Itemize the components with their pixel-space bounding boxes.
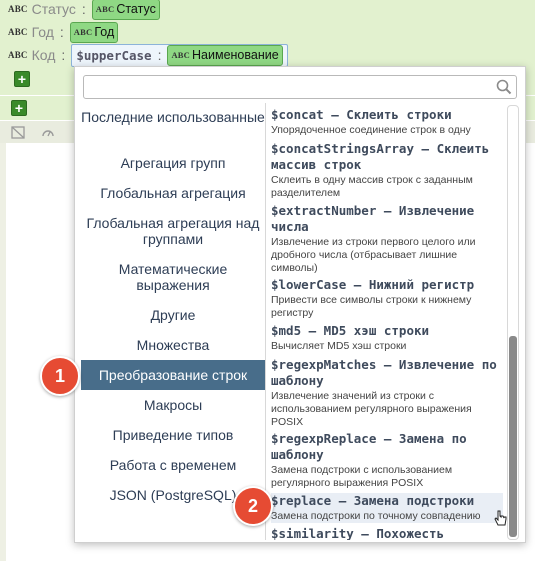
function-item-extract-number[interactable]: $extractNumber – Извлечение числа Извлеч… <box>271 203 503 275</box>
function-title: $md5 – MD5 хэш строки <box>271 323 430 338</box>
function-item-regexp-matches[interactable]: $regexpMatches – Извлечение по шаблону И… <box>271 357 503 429</box>
function-description: Извлечение значений из строки с использо… <box>271 390 472 428</box>
gauge-icon[interactable] <box>41 126 55 139</box>
function-title: $regexpMatches – Извлечение по шаблону <box>271 357 497 388</box>
function-title: $concatStringsArray – Склеить массив стр… <box>271 141 490 172</box>
search-box[interactable] <box>83 75 517 99</box>
function-title: $lowerCase – Нижний регистр <box>271 277 475 292</box>
scrollbar[interactable] <box>507 105 519 540</box>
add-field-button[interactable]: + <box>14 71 30 87</box>
function-description: Замена подстроки с использованием регуля… <box>271 464 453 489</box>
category-group-aggregation[interactable]: Агрегация групп <box>81 155 265 171</box>
step-badge-1: 1 <box>40 356 80 396</box>
field-value-chip[interactable]: ABC Наименование <box>167 44 283 66</box>
function-item-concat[interactable]: $concat – Склеить строки Упорядоченное с… <box>271 107 503 137</box>
function-expression[interactable]: $upperCase : ABC Наименование <box>71 43 288 67</box>
search-input[interactable] <box>88 76 492 98</box>
chip-label: Наименование <box>192 48 279 62</box>
text-type-icon: ABC <box>8 4 28 14</box>
category-time[interactable]: Работа с временем <box>81 457 265 473</box>
category-math[interactable]: Математические выражения <box>81 261 265 293</box>
field-value-chip[interactable]: ABC Год <box>69 21 119 43</box>
function-item-concat-strings-array[interactable]: $concatStringsArray – Склеить массив стр… <box>271 141 503 200</box>
text-type-icon: ABC <box>8 50 28 60</box>
search-icon[interactable] <box>496 79 512 95</box>
column-divider <box>265 103 266 540</box>
field-row-code: ABC Код : $upperCase : ABC Наименование <box>8 43 288 67</box>
field-value-chip[interactable]: ABC Статус <box>91 0 160 20</box>
category-global-aggregation[interactable]: Глобальная агрегация <box>81 185 265 201</box>
scrollbar-thumb[interactable] <box>509 336 517 537</box>
function-item-lower-case[interactable]: $lowerCase – Нижний регистр Привести все… <box>271 277 503 320</box>
text-type-icon: ABC <box>171 50 191 60</box>
text-type-icon: ABC <box>73 27 93 37</box>
category-other[interactable]: Другие <box>81 307 265 323</box>
function-description: Склеить в одну массив строк с заданным р… <box>271 174 473 199</box>
function-item-similarity[interactable]: $similarity – Похожесть <box>271 526 503 540</box>
hand-pointer-icon <box>494 510 508 528</box>
field-row-status: ABC Статус : ABC Статус <box>8 0 160 20</box>
field-row-year: ABC Год : ABC Год <box>8 21 119 43</box>
function-picker-popup: Последние использованные Агрегация групп… <box>74 66 526 543</box>
function-description: Привести все символы строки к нижнему ре… <box>271 294 472 319</box>
field-separator: : <box>61 47 66 63</box>
function-title: $replace – Замена подстроки <box>271 493 475 508</box>
field-name[interactable]: Статус <box>32 1 76 17</box>
filter-off-icon[interactable] <box>11 126 25 139</box>
category-global-aggregation-groups[interactable]: Глобальная агрегация над группами <box>81 215 265 247</box>
add-group-button[interactable]: + <box>11 100 27 116</box>
step-badge-2: 2 <box>233 486 273 526</box>
category-type-cast[interactable]: Приведение типов <box>81 427 265 443</box>
text-type-icon: ABC <box>8 27 28 37</box>
text-type-icon: ABC <box>95 4 115 14</box>
function-title: $similarity – Похожесть <box>271 526 445 540</box>
category-list: Последние использованные Агрегация групп… <box>75 103 265 542</box>
function-description: Упорядоченное соединение строк в одну <box>271 124 471 136</box>
field-separator: : <box>59 24 64 40</box>
field-name[interactable]: Код <box>32 47 56 63</box>
category-string-transform[interactable]: Преобразование строк <box>81 360 265 390</box>
function-list: $concat – Склеить строки Упорядоченное с… <box>271 103 507 540</box>
category-macros[interactable]: Макросы <box>81 397 265 413</box>
function-title: $concat – Склеить строки <box>271 107 452 122</box>
function-name[interactable]: $upperCase <box>76 48 151 63</box>
function-item-replace[interactable]: $replace – Замена подстроки Замена подст… <box>271 493 503 523</box>
function-title: $regexpReplace – Замена по шаблону <box>271 431 467 462</box>
function-separator: : <box>157 47 162 63</box>
function-item-regexp-replace[interactable]: $regexpReplace – Замена по шаблону Замен… <box>271 431 503 490</box>
function-description: Извлечение из строки первого целого или … <box>271 236 476 274</box>
field-separator: : <box>81 1 86 17</box>
field-name[interactable]: Год <box>32 24 54 40</box>
function-item-md5[interactable]: $md5 – MD5 хэш строки Вычисляет MD5 хэш … <box>271 323 503 353</box>
function-description: Замена подстроки по точному совпадению <box>271 510 481 522</box>
category-recent[interactable]: Последние использованные <box>81 109 265 125</box>
chip-label: Статус <box>116 2 156 16</box>
chip-label: Год <box>94 25 115 39</box>
function-description: Вычисляет MD5 хэш строки <box>271 340 407 352</box>
left-gutter <box>0 143 6 561</box>
category-sets[interactable]: Множества <box>81 337 265 353</box>
function-title: $extractNumber – Извлечение числа <box>271 203 475 234</box>
